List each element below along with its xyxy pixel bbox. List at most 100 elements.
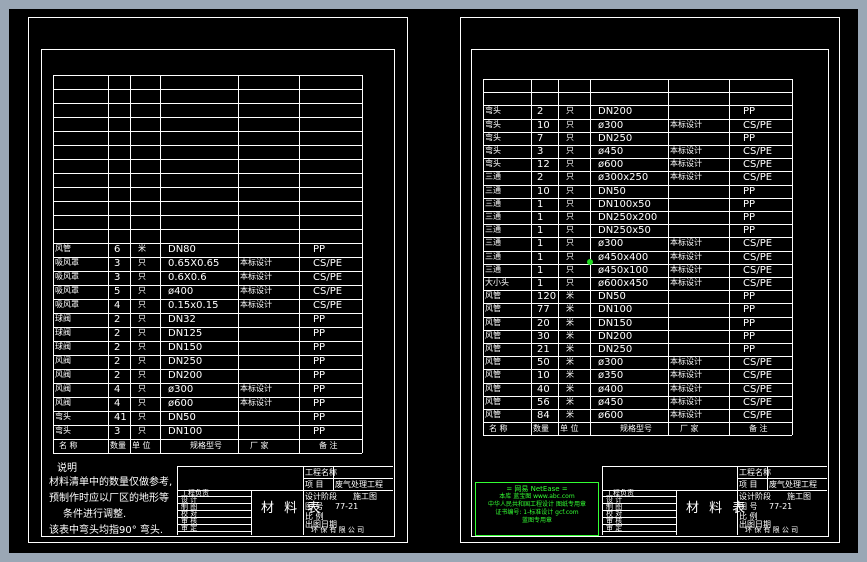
table-cell-name: 球阀	[55, 314, 71, 323]
table-cell-name: 风阀	[55, 384, 71, 393]
table-cell-note: 本标设计	[670, 383, 702, 393]
table-cell-note: 本标设计	[670, 238, 702, 248]
table-row-line	[53, 159, 362, 160]
table-cell-unit: 只	[566, 106, 574, 116]
table-cell-qty: 4	[114, 300, 121, 311]
table-cell-mat: PP	[313, 356, 326, 367]
table-cell-qty: 12	[537, 159, 550, 171]
table-cell-note: 本标设计	[240, 258, 272, 267]
table-cell-name: 风管	[485, 344, 501, 353]
table-cell-spec: DN50	[598, 185, 626, 197]
table-cell-note: 本标设计	[670, 264, 702, 274]
table-cell-spec: ø300	[598, 238, 624, 250]
table-cell-note: 本标设计	[240, 272, 272, 281]
table-cell-qty: 1	[537, 198, 544, 210]
drawing-no-value: 77-21	[769, 502, 793, 511]
table-cell-spec: DN200	[598, 106, 633, 118]
table-cell-mat: PP	[313, 370, 326, 381]
table-header-name: 名 称	[59, 441, 78, 450]
table-cell-name: 三通	[485, 172, 501, 182]
right-sheet: 弯头 2 只 DN200 PP 弯头 10 只 ø300 本标设计 CS/PE 弯头 7 只 DN250 PP…	[460, 17, 840, 543]
table-cell-unit: 只	[566, 225, 574, 235]
table-cell-spec: ø300	[598, 357, 624, 369]
table-cell-qty: 10	[537, 119, 550, 131]
table-cell-note: 本标设计	[670, 172, 702, 182]
table-cell-qty: 56	[537, 396, 550, 408]
table-cell-mat: PP	[743, 291, 756, 303]
company-name: 环 保 有 限 公 司	[311, 526, 365, 534]
project-value: 废气处理工程	[769, 480, 817, 489]
table-cell-qty: 50	[537, 357, 550, 369]
table-cell-mat: PP	[743, 304, 756, 316]
table-cell-unit: 只	[566, 119, 574, 129]
project-label: 项 目	[739, 480, 758, 489]
cursor-marker-icon	[587, 259, 593, 265]
table-cell-unit: 米	[566, 357, 574, 367]
table-cell-mat: CS/PE	[743, 264, 773, 276]
table-cell-mat: CS/PE	[743, 146, 773, 157]
table-cell-name: 三通	[485, 238, 501, 248]
table-cell-name: 弯头	[55, 426, 71, 435]
table-row-line	[53, 117, 362, 118]
stamp-line-2: 本库 蓝宝图 www.abc.com	[499, 493, 575, 500]
project-label: 项 目	[305, 480, 324, 489]
table-cell-mat: CS/PE	[313, 286, 343, 297]
table-cell-unit: 只	[566, 278, 574, 287]
table-header-spec: 规格型号	[620, 424, 652, 434]
table-cell-name: 三通	[485, 225, 501, 235]
table-cell-unit: 只	[566, 198, 574, 208]
table-row-line	[53, 187, 362, 188]
table-header-unit: 单 位	[560, 424, 579, 434]
table-cell-qty: 3	[114, 272, 121, 283]
table-cell-qty: 4	[114, 384, 121, 395]
table-cell-mat: PP	[313, 426, 326, 437]
table-cell-qty: 4	[114, 398, 121, 409]
table-cell-name: 风管	[485, 291, 501, 301]
table-cell-spec: DN32	[168, 314, 196, 325]
table-cell-qty: 2	[114, 314, 121, 325]
table-row-line	[53, 439, 362, 440]
table-cell-note: 本标设计	[670, 159, 702, 169]
table-header-maker: 厂 家	[680, 424, 699, 434]
table-cell-mat: PP	[743, 185, 756, 197]
table-cell-spec: DN80	[168, 244, 196, 255]
table-row-line	[483, 92, 792, 94]
role-label: 审 定	[181, 524, 198, 532]
table-cell-spec: ø350	[598, 370, 624, 382]
table-cell-name: 球阀	[55, 328, 71, 337]
stage-label: 设计阶段	[305, 492, 337, 501]
table-cell-mat: CS/PE	[743, 410, 773, 421]
table-cell-mat: PP	[743, 106, 756, 118]
table-cell-mat: PP	[313, 244, 326, 255]
table-cell-mat: PP	[313, 384, 326, 395]
table-cell-unit: 只	[566, 172, 574, 182]
table-cell-unit: 只	[566, 264, 574, 274]
table-cell-qty: 40	[537, 383, 550, 395]
table-header-remark: 备 注	[749, 424, 768, 434]
table-cell-spec: DN50	[598, 291, 626, 303]
table-header-unit: 单 位	[132, 441, 151, 450]
table-cell-unit: 只	[138, 314, 146, 323]
table-cell-spec: ø450x100	[598, 264, 649, 276]
table-cell-spec: DN250	[598, 132, 633, 144]
table-cell-qty: 3	[537, 146, 544, 157]
note-line-2: 预制作时应以厂区的地形等	[49, 493, 169, 504]
table-cell-unit: 只	[138, 258, 146, 267]
table-cell-name: 三通	[485, 251, 501, 261]
table-cell-spec: 0.6X0.6	[168, 272, 207, 283]
table-cell-mat: CS/PE	[313, 300, 343, 311]
title-line	[602, 466, 827, 467]
table-cell-qty: 5	[114, 286, 121, 297]
table-cell-spec: DN100x50	[598, 198, 651, 210]
table-cell-name: 风管	[485, 304, 501, 314]
table-cell-name: 风管	[55, 244, 71, 253]
note-line-4: 该表中弯头均指90° 弯头.	[49, 525, 164, 536]
table-cell-note: 本标设计	[670, 410, 702, 419]
table-cell-unit: 只	[138, 300, 146, 309]
table-cell-mat: PP	[743, 132, 756, 144]
table-cell-qty: 2	[114, 356, 121, 367]
table-cell-unit: 只	[566, 132, 574, 142]
notes-heading: 说明	[57, 463, 77, 474]
table-cell-unit: 米	[566, 291, 574, 301]
cad-viewport[interactable]: 风管 6 米 DN80 PP 吸风罩 3 只 0.65X0.65 本标设计 CS/PE 吸风罩 3 只 0.…	[9, 9, 858, 553]
